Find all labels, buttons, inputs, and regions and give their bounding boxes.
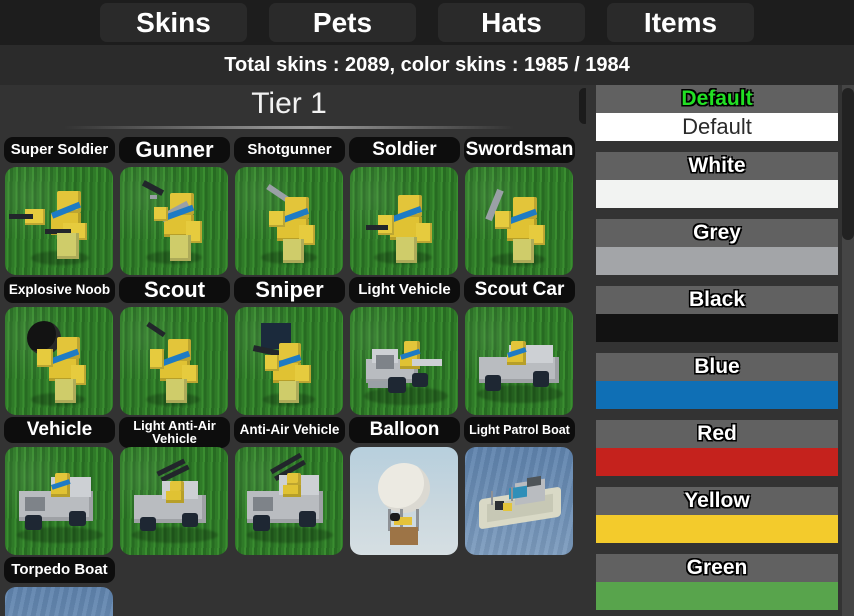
skin-card-label: Scout [119,277,230,304]
color-entry[interactable]: Default Default [596,85,838,141]
color-entry-swatch[interactable] [596,247,838,275]
tab-pets[interactable]: Pets [269,3,416,42]
skin-card-label: Swordsman [464,137,575,163]
skin-card-label: Torpedo Boat [4,557,115,583]
color-entry[interactable]: Black [596,286,838,342]
skin-card-thumbnail[interactable] [120,167,228,275]
color-entry-label[interactable]: Red [596,420,838,448]
skin-card-thumbnail[interactable] [235,167,343,275]
skin-card-thumbnail[interactable] [465,447,573,555]
color-panel-scrollbar-track[interactable] [842,85,854,616]
color-panel-scrollbar-thumb[interactable] [842,88,854,240]
skin-card-thumbnail[interactable] [350,447,458,555]
color-entry[interactable]: Blue [596,353,838,409]
skin-card-thumbnail[interactable] [5,307,113,415]
color-entry-swatch[interactable] [596,448,838,476]
color-entry-label[interactable]: White [596,152,838,180]
skin-card-thumbnail[interactable] [465,307,573,415]
skin-card-thumbnail[interactable] [120,447,228,555]
tab-skins[interactable]: Skins [100,3,247,42]
tier-header: Tier 1 [0,85,578,133]
skin-card-label: Anti-Air Vehicle [234,417,345,443]
tab-skins-label: Skins [136,6,211,38]
skin-card-label: Scout Car [464,277,575,303]
stats-bar: Total skins : 2089, color skins : 1985 /… [0,45,854,85]
color-entry-label[interactable]: Black [596,286,838,314]
skin-card-label: Shotgunner [234,137,345,163]
color-entry[interactable]: White [596,152,838,208]
skin-card-label: Light Vehicle [349,277,460,303]
skin-card-label: Balloon [349,417,460,443]
skin-card-thumbnail[interactable] [5,167,113,275]
stats-text: Total skins : 2089, color skins : 1985 /… [224,53,630,76]
tab-items-label: Items [643,6,718,38]
skin-card-label: Soldier [349,137,460,163]
color-entry-label[interactable]: Default [596,85,838,113]
color-entry-swatch[interactable]: Default [596,113,838,141]
color-entry-label[interactable]: Blue [596,353,838,381]
color-entry-swatch[interactable] [596,314,838,342]
color-entry-label[interactable]: Green [596,554,838,582]
tab-hats-label: Hats [481,6,542,38]
skin-card-thumbnail[interactable] [120,307,228,415]
skin-card-thumbnail[interactable] [350,167,458,275]
skin-card-label: Light Anti-Air Vehicle [119,417,230,448]
skins-shop-window: Skins Pets Hats Items Total skins : 2089… [0,0,854,616]
color-list: Default Default White Grey Black Blue Red Yello… [596,85,838,616]
color-entry-swatch[interactable] [596,515,838,543]
color-entry[interactable]: Red [596,420,838,476]
color-entry[interactable]: Green [596,554,838,610]
skin-card-thumbnail[interactable] [235,307,343,415]
color-entry-swatch[interactable] [596,381,838,409]
tier-divider [64,126,514,129]
skin-card-thumbnail[interactable] [5,587,113,616]
color-list-panel: Default Default White Grey Black Blue Red Yello… [590,85,854,616]
color-entry[interactable]: Yellow [596,487,838,543]
skin-card-label: Vehicle [4,417,115,443]
color-entry[interactable]: Grey [596,219,838,275]
skin-card-label: Light Patrol Boat [464,417,575,443]
skin-card-thumbnail[interactable] [235,447,343,555]
color-entry-swatch[interactable] [596,180,838,208]
tab-hats[interactable]: Hats [438,3,585,42]
color-entry-label[interactable]: Grey [596,219,838,247]
skin-card-label: Super Soldier [4,137,115,163]
color-entry-label[interactable]: Yellow [596,487,838,515]
skin-list-panel: Tier 1 Super Soldier Gunner Shotgunner Sold… [0,85,590,616]
skin-card-thumbnail[interactable] [5,447,113,555]
color-entry-swatch[interactable] [596,582,838,610]
skin-grid: Super Soldier Gunner Shotgunner Soldier Swor… [0,137,578,616]
skin-card-label: Sniper [234,277,345,304]
skin-card-label: Explosive Noob [4,277,115,303]
top-tab-bar: Skins Pets Hats Items [0,0,854,45]
tab-pets-label: Pets [312,6,373,38]
tier-title: Tier 1 [251,87,327,120]
skin-card-thumbnail[interactable] [465,167,573,275]
skin-card-thumbnail[interactable] [350,307,458,415]
skin-card-label: Gunner [119,137,230,164]
tab-items[interactable]: Items [607,3,754,42]
